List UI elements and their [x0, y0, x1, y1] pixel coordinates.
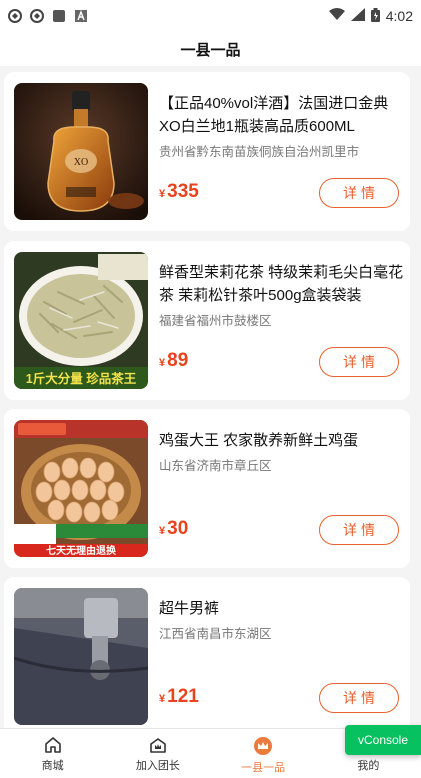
signal-icon [350, 8, 365, 24]
crown-house-icon [150, 738, 166, 753]
tab-county-product[interactable]: 一县一品 [211, 729, 316, 778]
product-address: 山东省济南市章丘区 [159, 459, 272, 473]
product-card[interactable]: 超牛男裤 江西省南昌市东湖区 ¥ 121 详情 [4, 577, 410, 728]
home-icon [44, 737, 61, 753]
square-icon [52, 9, 66, 23]
product-title[interactable]: 鲜香型茉莉花茶 特级茉莉毛尖白毫花茶 茉莉松针茶叶500g盒装袋装 [159, 261, 404, 307]
price-value: 121 [167, 686, 199, 707]
tab-label: 商城 [41, 760, 64, 772]
details-button[interactable]: 详情 [319, 683, 399, 713]
details-button[interactable]: 详情 [319, 515, 399, 545]
tab-label: 一县一品 [241, 762, 286, 774]
wifi-icon [328, 8, 345, 24]
product-price: ¥ 89 [159, 350, 188, 372]
price-value: 30 [167, 518, 189, 539]
product-title[interactable]: 超牛男裤 [159, 597, 404, 620]
currency-symbol: ¥ [159, 357, 166, 369]
a-icon [74, 9, 88, 23]
image-caption: 1斤大分量 珍品茶王 [26, 371, 137, 386]
status-time: 4:02 [385, 8, 413, 24]
battery-icon [370, 7, 380, 25]
price-value: 89 [167, 350, 189, 371]
product-list[interactable]: XO 【正品40%vol洋酒】法国进口金典XO白兰地1瓶装高品质600ML 贵州… [0, 66, 421, 728]
currency-symbol: ¥ [159, 188, 166, 200]
tab-mall[interactable]: 商城 [0, 729, 105, 778]
product-title[interactable]: 鸡蛋大王 农家散养新鲜土鸡蛋 [159, 429, 404, 452]
crown-badge-icon [254, 737, 273, 755]
product-address: 福建省福州市鼓楼区 [159, 314, 272, 328]
product-address: 贵州省黔东南苗族侗族自治州凯里市 [159, 145, 360, 159]
product-card[interactable]: XO 【正品40%vol洋酒】法国进口金典XO白兰地1瓶装高品质600ML 贵州… [4, 72, 410, 231]
cognac-bottle-image[interactable]: XO [14, 83, 148, 220]
price-value: 335 [167, 181, 199, 202]
details-button[interactable]: 详情 [319, 178, 399, 208]
tab-label: 加入团长 [135, 760, 180, 772]
product-price: ¥ 121 [159, 686, 199, 708]
tab-label: 我的 [357, 760, 380, 772]
jasmine-tea-image[interactable]: 1斤大分量 珍品茶王 [14, 252, 148, 389]
details-button[interactable]: 详情 [319, 347, 399, 377]
trousers-machine-image[interactable] [14, 588, 148, 725]
tab-join-leader[interactable]: 加入团长 [105, 729, 210, 778]
product-price: ¥ 335 [159, 181, 199, 203]
app-notification-icon [8, 9, 22, 23]
currency-symbol: ¥ [159, 525, 166, 537]
product-card[interactable]: 1斤大分量 珍品茶王 鲜香型茉莉花茶 特级茉莉毛尖白毫花茶 茉莉松针茶叶500g… [4, 241, 410, 400]
product-title[interactable]: 【正品40%vol洋酒】法国进口金典XO白兰地1瓶装高品质600ML [159, 92, 404, 138]
image-caption: 七天无理由退换 [46, 544, 117, 557]
svg-text:XO: XO [74, 157, 88, 168]
product-address: 江西省南昌市东湖区 [159, 627, 272, 641]
eggs-basket-image[interactable]: 七天无理由退换 [14, 420, 148, 557]
product-price: ¥ 30 [159, 518, 188, 540]
currency-symbol: ¥ [159, 693, 166, 705]
product-card[interactable]: 七天无理由退换 鸡蛋大王 农家散养新鲜土鸡蛋 山东省济南市章丘区 ¥ 30 详情 [4, 409, 410, 568]
vconsole-button[interactable]: vConsole [345, 725, 421, 755]
page-title: 一县一品 [0, 32, 421, 66]
status-bar: 4:02 [0, 0, 421, 32]
app-notification-icon [30, 9, 44, 23]
